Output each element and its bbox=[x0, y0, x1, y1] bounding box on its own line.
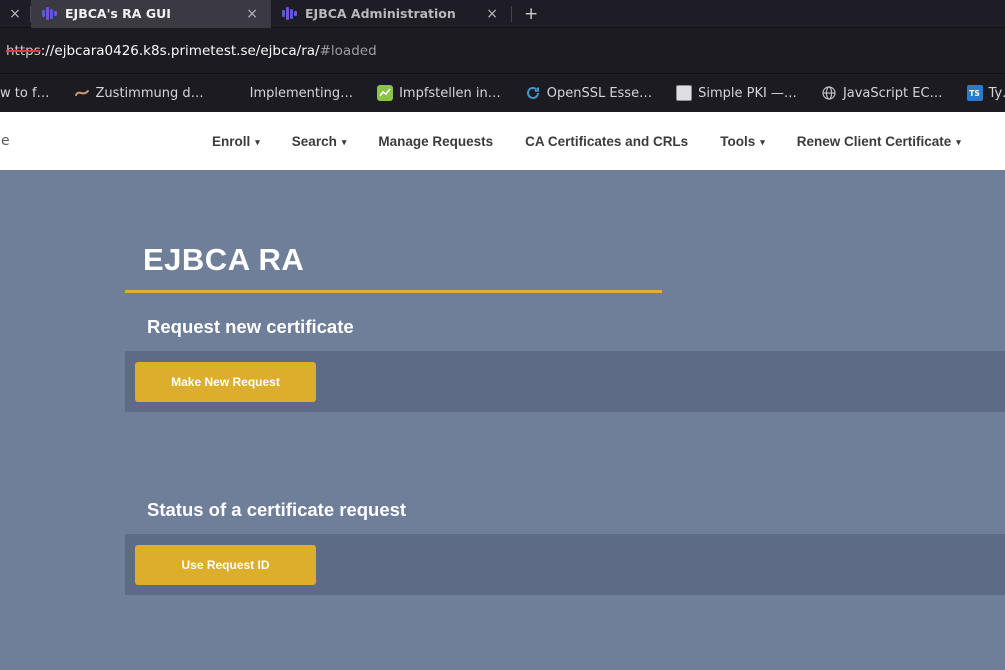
title-divider bbox=[125, 290, 662, 293]
page-content: EJBCA RA Request new certificate Make Ne… bbox=[0, 170, 1005, 670]
browser-window: × EJBCA's RA GUI × EJBCA Administration … bbox=[0, 0, 1005, 670]
page-title: EJBCA RA bbox=[143, 242, 304, 278]
request-new-certificate-panel: Make New Request bbox=[125, 351, 1005, 412]
section-heading-request-new-certificate: Request new certificate bbox=[147, 316, 354, 338]
make-new-request-button[interactable]: Make New Request bbox=[135, 362, 316, 402]
request-status-panel: Use Request ID bbox=[125, 534, 1005, 595]
section-heading-status-of-request: Status of a certificate request bbox=[147, 499, 406, 521]
use-request-id-button[interactable]: Use Request ID bbox=[135, 545, 316, 585]
